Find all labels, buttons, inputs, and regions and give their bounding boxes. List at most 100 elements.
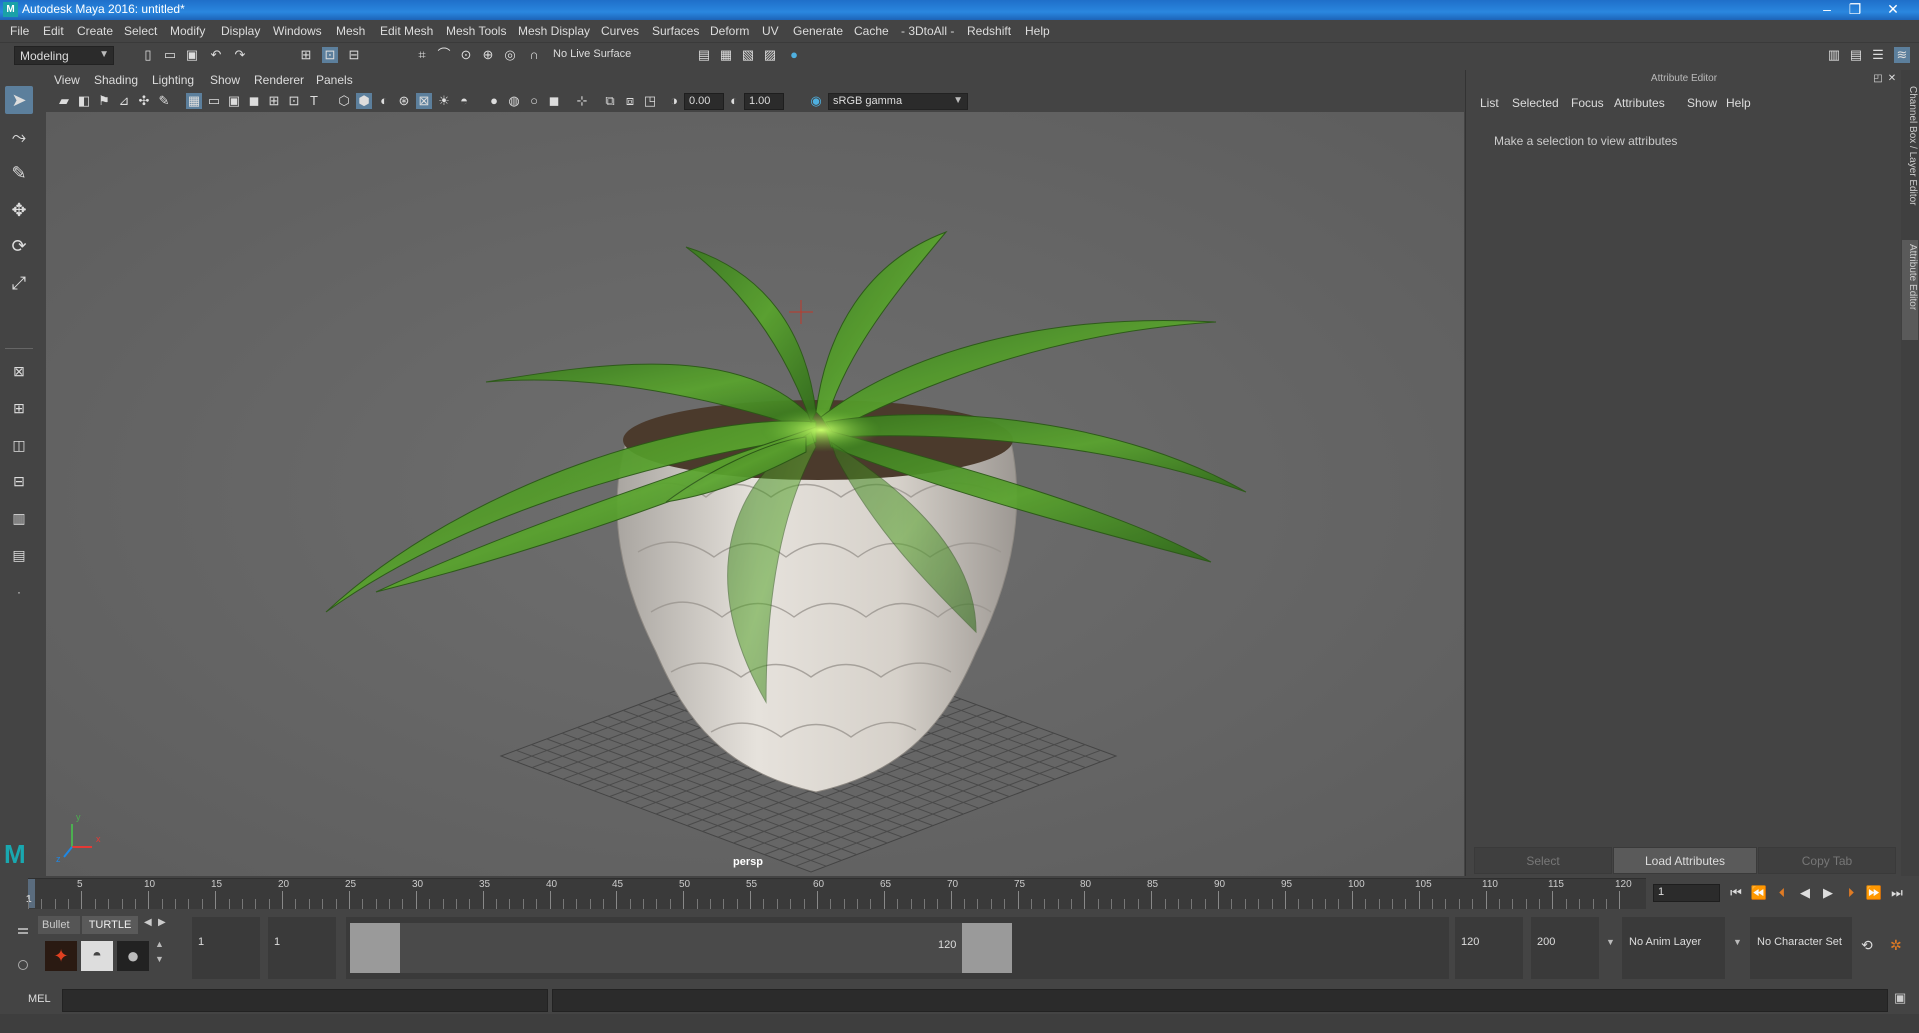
paint-select-tool-icon[interactable]: ✎ (5, 159, 33, 187)
menu-windows[interactable]: Windows (273, 24, 322, 38)
shelf-scroll-down-icon[interactable]: ▼ (155, 954, 164, 964)
playback-start-field[interactable]: 1 (268, 917, 336, 979)
range-slider[interactable]: 1 120 (346, 917, 1449, 979)
two-pane-horizontal-layout-icon[interactable]: ⊟ (5, 467, 33, 495)
motion-blur-icon[interactable]: ◍ (506, 93, 522, 109)
menu-edit[interactable]: Edit (43, 24, 64, 38)
current-frame-field[interactable]: 1 (1653, 884, 1720, 902)
attr-menu-attributes[interactable]: Attributes (1614, 96, 1665, 110)
render-current-icon[interactable]: ▦ (718, 47, 734, 63)
chevron-down-icon[interactable]: ▼ (1606, 937, 1615, 947)
attribute-editor-toggle-icon[interactable]: ▤ (1848, 47, 1864, 63)
playback-end-field[interactable]: 120 (1455, 917, 1523, 979)
auto-key-icon[interactable]: ⟲ (1861, 937, 1873, 954)
animation-preferences-icon[interactable]: ✲ (1890, 937, 1902, 954)
command-input[interactable] (62, 989, 548, 1012)
snap-grid-icon[interactable]: ⌗ (414, 47, 430, 63)
anim-layer-dropdown[interactable]: No Anim Layer (1622, 917, 1725, 979)
range-end-handle[interactable] (962, 923, 1012, 973)
attr-menu-list[interactable]: List (1480, 96, 1499, 110)
menu-3dtoall[interactable]: - 3DtoAll - (901, 24, 954, 38)
turtle-render-icon[interactable]: ✦ (45, 941, 77, 971)
exposure-icon[interactable]: ◑ (666, 93, 682, 109)
script-editor-icon[interactable]: ▣ (1894, 990, 1906, 1006)
menu-mesh-tools[interactable]: Mesh Tools (446, 24, 506, 38)
attr-menu-show[interactable]: Show (1687, 96, 1717, 110)
bookmark-icon[interactable]: ⚑ (96, 93, 112, 109)
shelf-tab-turtle[interactable]: TURTLE (82, 916, 138, 934)
isolate-select-icon[interactable]: ⊹ (574, 93, 590, 109)
xray-components-icon[interactable]: ◳ (642, 93, 658, 109)
gate-mask-icon[interactable]: ◼ (246, 93, 262, 109)
menu-cache[interactable]: Cache (854, 24, 889, 38)
channel-box-toggle-icon[interactable]: ≋ (1894, 47, 1910, 63)
render-view-icon[interactable]: ▨ (762, 47, 778, 63)
grid-icon[interactable]: ▦ (186, 93, 202, 109)
custom-layout-icon[interactable]: · (5, 578, 33, 606)
gamma-icon[interactable]: ◐ (726, 93, 742, 109)
film-gate-icon[interactable]: ▭ (206, 93, 222, 109)
xray-icon[interactable]: ⧉ (602, 93, 618, 109)
save-scene-icon[interactable]: ▣ (184, 47, 200, 63)
step-forward-frame-icon[interactable]: ⏵ (1842, 885, 1860, 901)
play-backward-icon[interactable]: ◀ (1796, 885, 1814, 901)
select-tool-icon[interactable]: ➤ (5, 86, 33, 114)
outliner-layout-icon[interactable]: ▥ (5, 504, 33, 532)
select-component-icon[interactable]: ⊟ (346, 47, 362, 63)
menu-generate[interactable]: Generate (793, 24, 843, 38)
modeling-toolkit-icon[interactable]: ▥ (1826, 47, 1842, 63)
depth-of-field-icon[interactable]: ◼ (546, 93, 562, 109)
hypershade-icon[interactable]: ● (786, 47, 802, 63)
attr-menu-help[interactable]: Help (1726, 96, 1751, 110)
select-hierarchy-icon[interactable]: ⊞ (298, 47, 314, 63)
textured-icon[interactable]: ⊠ (416, 93, 432, 109)
time-slider[interactable]: 1 5 10 15 20 25 30 35 40 45 50 55 60 65 70 75 80 85 90 95 1… (0, 876, 1919, 912)
menu-surfaces[interactable]: Surfaces (652, 24, 699, 38)
field-chart-icon[interactable]: ⊞ (266, 93, 282, 109)
animation-start-field[interactable]: 1 (192, 917, 260, 979)
camera-attributes-icon[interactable]: ◧ (76, 93, 92, 109)
select-object-icon[interactable]: ⊡ (322, 47, 338, 63)
range-start-handle[interactable] (350, 923, 400, 973)
menu-create[interactable]: Create (77, 24, 113, 38)
menu-uv[interactable]: UV (762, 24, 779, 38)
animation-end-field[interactable]: 200 (1531, 917, 1599, 979)
grease-pencil-icon[interactable]: ✎ (156, 93, 172, 109)
rotate-tool-icon[interactable]: ⟳ (5, 232, 33, 260)
copy-tab-button[interactable]: Copy Tab (1758, 847, 1896, 874)
2d-pan-zoom-icon[interactable]: ✣ (136, 93, 152, 109)
view-transform-dropdown[interactable]: sRGB gamma ▼ (828, 93, 968, 110)
screen-space-ao-icon[interactable]: ● (486, 93, 502, 109)
smooth-shade-icon[interactable]: ⬢ (356, 93, 372, 109)
make-live-icon[interactable]: ∩ (526, 47, 542, 63)
chevron-down-icon[interactable]: ▼ (1733, 937, 1742, 947)
turtle-baking-icon[interactable]: ◓ (81, 941, 113, 971)
safe-title-icon[interactable]: T (306, 93, 322, 109)
step-forward-key-icon[interactable]: ⏩ (1865, 885, 1883, 901)
menu-help[interactable]: Help (1025, 24, 1050, 38)
close-button[interactable]: ✕ (1879, 0, 1907, 20)
range-bar[interactable] (400, 923, 1000, 973)
wireframe-icon[interactable]: ⬡ (336, 93, 352, 109)
snap-view-icon[interactable]: ⊕ (480, 47, 496, 63)
menu-redshift[interactable]: Redshift (967, 24, 1011, 38)
antialiasing-icon[interactable]: ○ (526, 93, 542, 109)
menu-select[interactable]: Select (124, 24, 157, 38)
viewport-menu-renderer[interactable]: Renderer (254, 73, 304, 87)
viewport-menu-panels[interactable]: Panels (316, 73, 353, 87)
scale-tool-icon[interactable]: ⤢ (5, 269, 33, 297)
wireframe-on-shaded-icon[interactable]: ⊛ (396, 93, 412, 109)
camera-icon[interactable]: ▰ (56, 93, 72, 109)
attribute-editor-tab[interactable]: Attribute Editor (1902, 240, 1918, 340)
menu-edit-mesh[interactable]: Edit Mesh (380, 24, 433, 38)
menuset-dropdown[interactable]: Modeling ▼ (14, 46, 114, 65)
xray-joints-icon[interactable]: ⧈ (622, 93, 638, 109)
open-scene-icon[interactable]: ▭ (162, 47, 178, 63)
turtle-sphere-icon[interactable]: ● (117, 941, 149, 971)
load-attributes-button[interactable]: Load Attributes (1613, 847, 1757, 874)
maximize-button[interactable]: ❐ (1841, 0, 1869, 20)
menu-file[interactable]: File (10, 24, 29, 38)
two-pane-vertical-layout-icon[interactable]: ◫ (5, 431, 33, 459)
render-settings-icon[interactable]: ▤ (696, 47, 712, 63)
shadows-icon[interactable]: ◓ (456, 93, 472, 109)
